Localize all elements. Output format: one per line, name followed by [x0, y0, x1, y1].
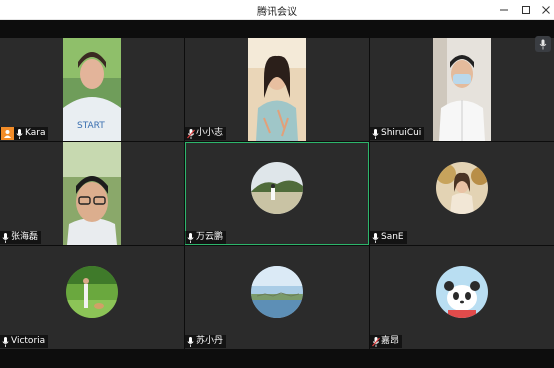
participant-tile-active[interactable]: 万云鹏	[185, 142, 369, 245]
participant-name: 苏小丹	[196, 336, 224, 346]
participant-nameplate: 嘉昂	[370, 335, 403, 348]
title-bar: 腾讯会议	[0, 0, 554, 20]
participant-name: 张海磊	[11, 232, 39, 242]
participant-video	[433, 38, 491, 141]
participant-video	[248, 38, 306, 141]
participant-name: 嘉昂	[381, 336, 400, 346]
host-icon	[1, 127, 14, 140]
participant-name: SanE	[381, 232, 404, 242]
participant-avatar	[251, 266, 303, 318]
close-icon[interactable]	[538, 2, 554, 18]
participant-tile[interactable]: 嘉昂	[370, 246, 554, 349]
participant-nameplate: 小小志	[185, 127, 227, 140]
participant-name: 小小志	[196, 128, 224, 138]
participant-tile[interactable]: 小小志	[185, 38, 369, 141]
mic-muted-icon	[371, 336, 380, 347]
minimize-icon[interactable]	[496, 2, 512, 18]
participant-nameplate: SanE	[370, 231, 407, 244]
participant-tile[interactable]: 苏小丹	[185, 246, 369, 349]
mic-icon	[1, 336, 10, 347]
maximize-icon[interactable]	[518, 2, 534, 18]
participant-nameplate: ShiruiCui	[370, 127, 425, 140]
participant-nameplate: 苏小丹	[185, 335, 227, 348]
mic-icon	[371, 128, 380, 139]
mic-icon	[1, 232, 10, 243]
participant-name: 万云鹏	[196, 232, 224, 242]
participant-video	[63, 142, 121, 245]
participant-avatar	[436, 162, 488, 214]
top-toolbar-area	[0, 20, 554, 38]
participant-name: Victoria	[11, 336, 46, 346]
participant-nameplate: 张海磊	[0, 231, 42, 244]
participant-grid: START Kara 小小志 ShiruiCui 张海磊 万云鹏 SanE Vi…	[0, 38, 554, 350]
participant-avatar	[436, 266, 488, 318]
participant-avatar	[251, 162, 303, 214]
mic-icon	[186, 336, 195, 347]
bottom-toolbar-area	[0, 350, 554, 368]
mic-muted-icon	[186, 128, 195, 139]
participant-tile[interactable]: Victoria	[0, 246, 184, 349]
mic-icon	[15, 128, 24, 139]
participant-nameplate: 万云鹏	[185, 231, 227, 244]
participant-tile[interactable]: SanE	[370, 142, 554, 245]
participant-name: ShiruiCui	[381, 128, 422, 138]
participant-tile[interactable]: ShiruiCui	[370, 38, 554, 141]
window-title: 腾讯会议	[257, 7, 297, 18]
meeting-window: 腾讯会议 START Kara 小小志 ShiruiCui 张海磊 万云鹏 Sa…	[0, 0, 554, 368]
participant-name: Kara	[25, 128, 46, 138]
mic-icon	[186, 232, 195, 243]
participant-tile[interactable]: 张海磊	[0, 142, 184, 245]
mic-icon	[371, 232, 380, 243]
participant-video: START	[63, 38, 121, 141]
participant-nameplate: Victoria	[0, 335, 49, 348]
participant-avatar	[66, 266, 118, 318]
microphone-toggle-icon[interactable]	[535, 36, 551, 52]
participant-nameplate: Kara	[0, 127, 49, 140]
svg-text:START: START	[77, 121, 105, 131]
participant-tile[interactable]: START Kara	[0, 38, 184, 141]
